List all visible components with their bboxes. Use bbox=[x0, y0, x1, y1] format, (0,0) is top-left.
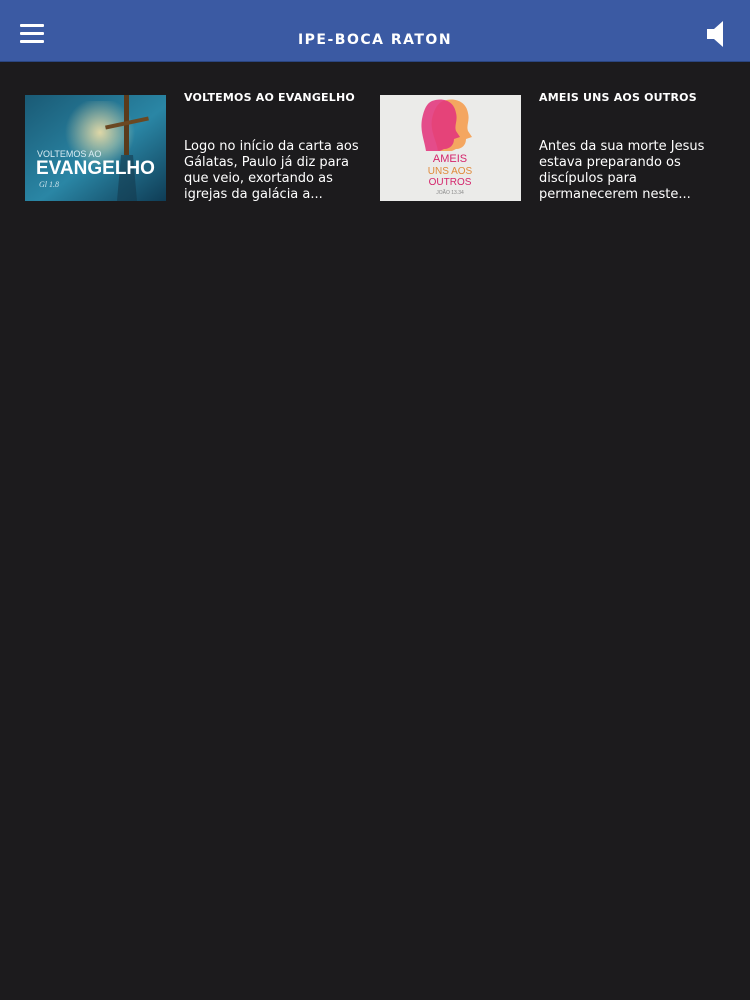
thumbnail-caption-line3: Gl 1.8 bbox=[39, 180, 59, 189]
post-excerpt: Logo no início da carta aos Gálatas, Pau… bbox=[184, 139, 359, 202]
post-card-ameis-uns-aos-outros[interactable]: AMEIS UNS AOS OUTROS JOÃO 13.34 AMEIS UN… bbox=[380, 91, 720, 205]
thumbnail-caption-line2: UNS AOS bbox=[428, 166, 473, 177]
hamburger-menu-icon[interactable] bbox=[18, 22, 46, 46]
post-title: AMEIS UNS AOS OUTROS bbox=[539, 91, 697, 104]
app-title: IPE-BOCA RATON bbox=[297, 32, 453, 48]
post-title: VOLTEMOS AO EVANGELHO bbox=[184, 91, 355, 104]
speaker-icon[interactable] bbox=[706, 20, 730, 48]
thumbnail-caption-line2: EVANGELHO bbox=[36, 158, 155, 179]
thumbnail-caption-line1: AMEIS bbox=[433, 153, 467, 165]
post-card-voltemos-ao-evangelho[interactable]: VOLTEMOS AO EVANGELHO Gl 1.8 VOLTEMOS AO… bbox=[25, 91, 365, 205]
app-bar: IPE-BOCA RATON bbox=[0, 0, 750, 62]
post-excerpt: Antes da sua morte Jesus estava preparan… bbox=[539, 139, 705, 202]
thumbnail-caption-line3: OUTROS bbox=[429, 177, 472, 188]
thumbnail-caption-line4: JOÃO 13.34 bbox=[436, 189, 464, 196]
post-thumbnail: VOLTEMOS AO EVANGELHO Gl 1.8 bbox=[25, 95, 166, 201]
post-thumbnail: AMEIS UNS AOS OUTROS JOÃO 13.34 bbox=[380, 95, 521, 201]
